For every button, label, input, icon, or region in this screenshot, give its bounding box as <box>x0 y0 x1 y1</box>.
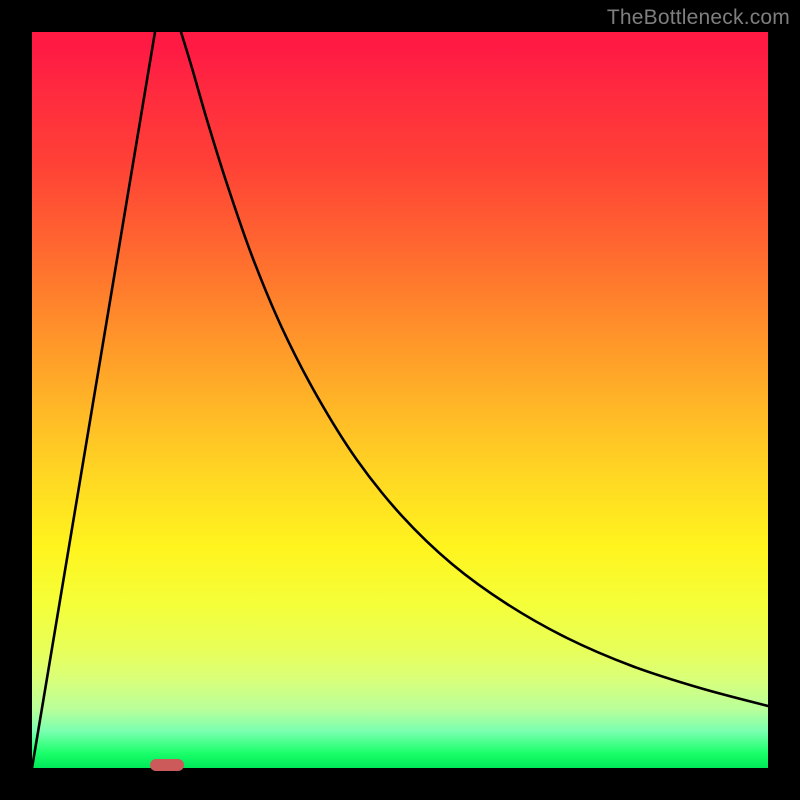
chart-path <box>32 32 768 768</box>
chart-plot-area <box>32 32 768 768</box>
watermark-text: TheBottleneck.com <box>607 6 790 30</box>
curve-svg <box>32 32 768 768</box>
chart-frame: TheBottleneck.com <box>0 0 800 800</box>
target-marker <box>150 759 184 771</box>
